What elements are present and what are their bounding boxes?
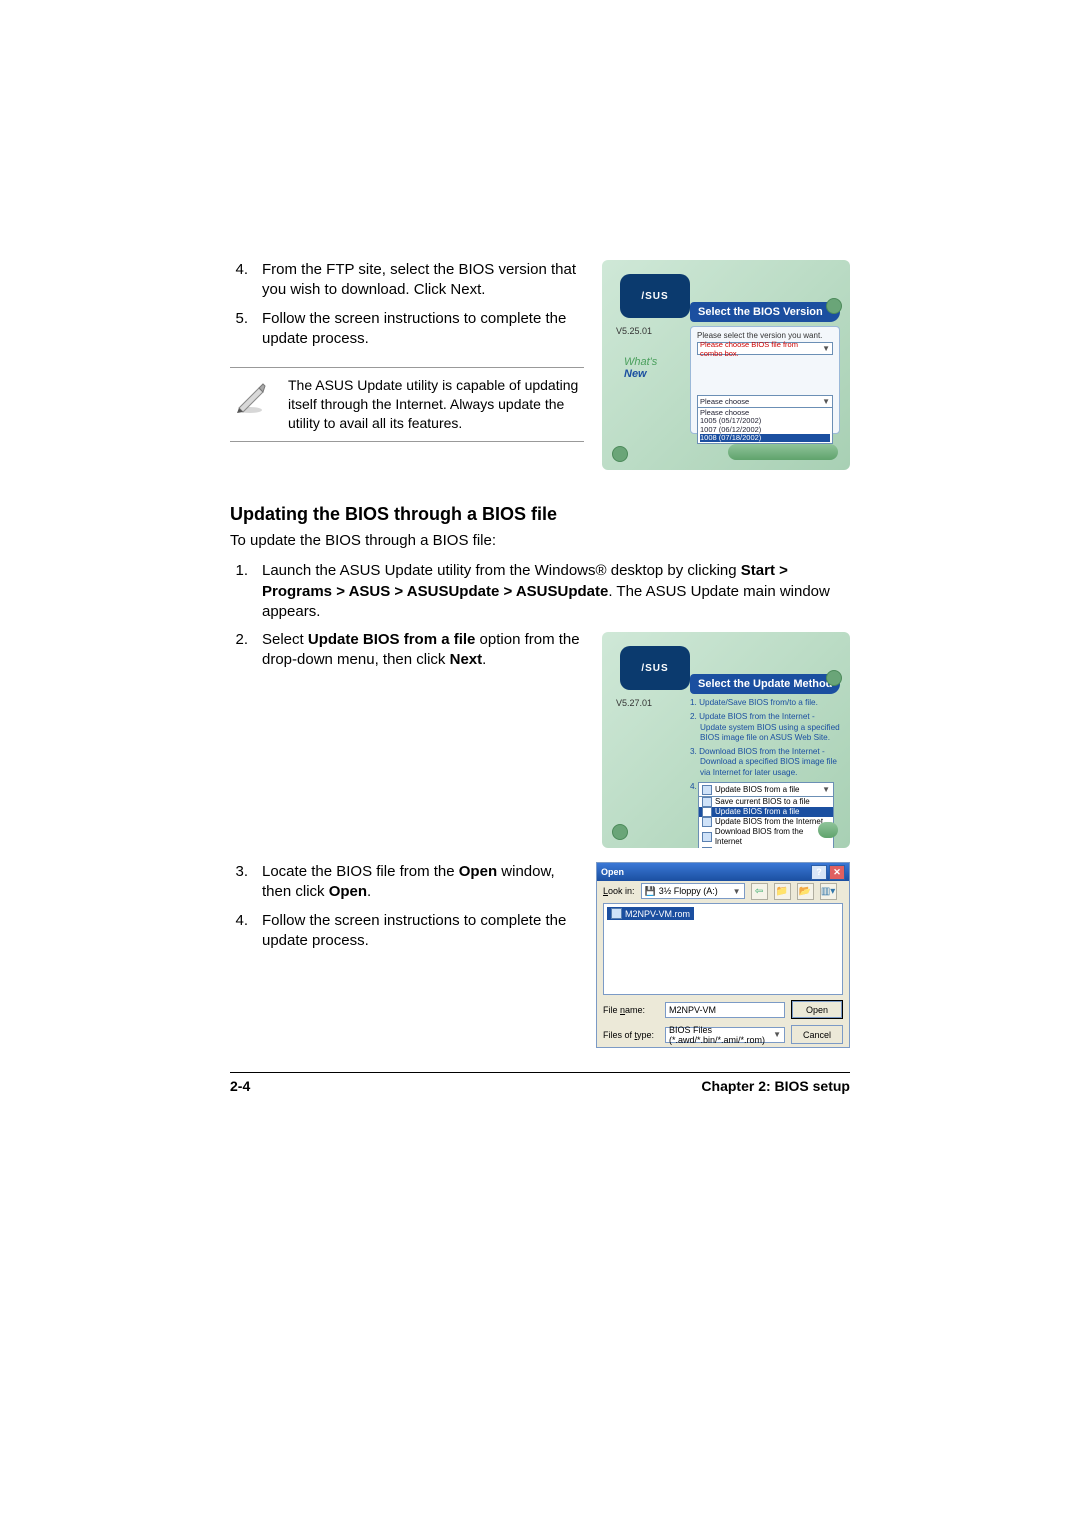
help-icon[interactable]: ?: [811, 865, 827, 880]
file-icon: [702, 807, 712, 817]
floppy-icon: 💾: [645, 886, 656, 897]
combo-value: Please choose: [700, 397, 749, 406]
page-number: 2-4: [230, 1078, 250, 1094]
decorative-circle: [612, 446, 628, 462]
asus-logo-badge: /SUS: [620, 274, 690, 318]
version-dropdown-list[interactable]: Please choose 1005 (05/17/2002) 1007 (06…: [697, 408, 833, 444]
list-number: 5.: [230, 309, 248, 350]
filetype-label: Files of type:: [603, 1030, 659, 1040]
list-number: 1.: [230, 561, 248, 622]
panel-title: Select the Update Method: [690, 674, 840, 694]
note-text: The ASUS Update utility is capable of up…: [288, 376, 584, 433]
screenshot-open-dialog: Open ? ✕ Look in: 💾3½ Floppy (A:) ▼ ⇦ 📁 …: [596, 862, 850, 1048]
chevron-down-icon: ▼: [822, 344, 830, 353]
panel-title: Select the BIOS Version: [690, 302, 840, 322]
step-3-text: Locate the BIOS file from the Open windo…: [262, 862, 578, 903]
list-number: 3.: [230, 862, 248, 903]
dropdown-option[interactable]: Update BIOS from the Internet: [699, 817, 833, 827]
views-icon[interactable]: ▥▾: [820, 883, 837, 900]
version-combo[interactable]: Please choose ▼: [697, 395, 833, 408]
version-label: V5.27.01: [616, 698, 652, 708]
dropdown-option[interactable]: Save current BIOS to a file: [699, 797, 833, 807]
up-folder-icon[interactable]: 📁: [774, 883, 791, 900]
next-button-bar[interactable]: [728, 444, 838, 460]
step-4-text: From the FTP site, select the BIOS versi…: [262, 260, 584, 301]
asus-logo-badge: /SUS: [620, 646, 690, 690]
chevron-down-icon: ▼: [733, 887, 741, 896]
filetype-dropdown[interactable]: BIOS Files (*.awd/*.bin/*.ami/*.rom)▼: [665, 1027, 785, 1043]
new-folder-icon[interactable]: 📂: [797, 883, 814, 900]
close-icon[interactable]: ✕: [829, 865, 845, 880]
lookin-dropdown[interactable]: 💾3½ Floppy (A:) ▼: [641, 883, 745, 899]
decorative-circle: [826, 670, 842, 686]
chevron-down-icon: ▼: [773, 1030, 781, 1039]
dropdown-option[interactable]: Download BIOS from the Internet: [699, 827, 833, 847]
bios-combo[interactable]: Please choose BIOS file from combo box.▼: [697, 342, 833, 355]
step-2-text: Select Update BIOS from a file option fr…: [262, 630, 584, 671]
footer-rule: [230, 1072, 850, 1073]
back-icon[interactable]: ⇦: [751, 883, 768, 900]
decorative-circle: [826, 298, 842, 314]
list-number: 2.: [230, 630, 248, 671]
dropdown-option[interactable]: Check BIOS Information: [699, 847, 833, 848]
download-icon: [702, 832, 712, 842]
lookin-label: Look in:: [603, 886, 635, 896]
chevron-down-icon: ▼: [822, 397, 830, 406]
step-4b-text: Follow the screen instructions to comple…: [262, 911, 578, 952]
step-1-text: Launch the ASUS Update utility from the …: [262, 561, 850, 622]
chevron-down-icon: ▼: [822, 785, 830, 794]
version-label: V5.25.01: [616, 326, 652, 336]
open-button[interactable]: Open: [791, 1000, 843, 1019]
next-button-bar[interactable]: [818, 822, 838, 838]
section-intro: To update the BIOS through a BIOS file:: [230, 531, 850, 551]
combo-placeholder: Please choose BIOS file from combo box.: [700, 340, 822, 358]
globe-icon: [702, 817, 712, 827]
file-item-selected[interactable]: M2NPV-VM.rom: [607, 907, 694, 920]
filename-label: File name:: [603, 1005, 659, 1015]
dialog-titlebar: Open ? ✕: [597, 863, 849, 881]
chapter-label: Chapter 2: BIOS setup: [701, 1078, 850, 1094]
decorative-circle: [612, 824, 628, 840]
whats-new-label: What's New: [624, 356, 657, 380]
info-icon: [702, 847, 712, 848]
screenshot-select-bios-version: /SUS V5.25.01 Select the BIOS Version Pl…: [602, 260, 850, 470]
step-5-text: Follow the screen instructions to comple…: [262, 309, 584, 350]
rom-file-icon: [611, 908, 622, 919]
dialog-title: Open: [601, 867, 624, 877]
note-block: The ASUS Update utility is capable of up…: [230, 367, 584, 442]
list-number: 4.: [230, 260, 248, 301]
file-icon: [702, 785, 712, 795]
cancel-button[interactable]: Cancel: [791, 1025, 843, 1044]
dropdown-option-selected[interactable]: Update BIOS from a file: [699, 807, 833, 817]
list-number: 4.: [230, 911, 248, 952]
filename-input[interactable]: M2NPV-VM: [665, 1002, 785, 1018]
dropdown-option-selected[interactable]: 1008 (07/18/2002): [700, 434, 830, 442]
section-heading: Updating the BIOS through a BIOS file: [230, 504, 850, 525]
pencil-note-icon: [230, 376, 270, 433]
screenshot-select-update-method: /SUS V5.27.01 Select the Update Method 1…: [602, 632, 850, 848]
update-method-dropdown[interactable]: Update BIOS from a file ▼ Save current BI…: [698, 782, 834, 848]
save-icon: [702, 797, 712, 807]
file-list-area[interactable]: M2NPV-VM.rom: [603, 903, 843, 995]
